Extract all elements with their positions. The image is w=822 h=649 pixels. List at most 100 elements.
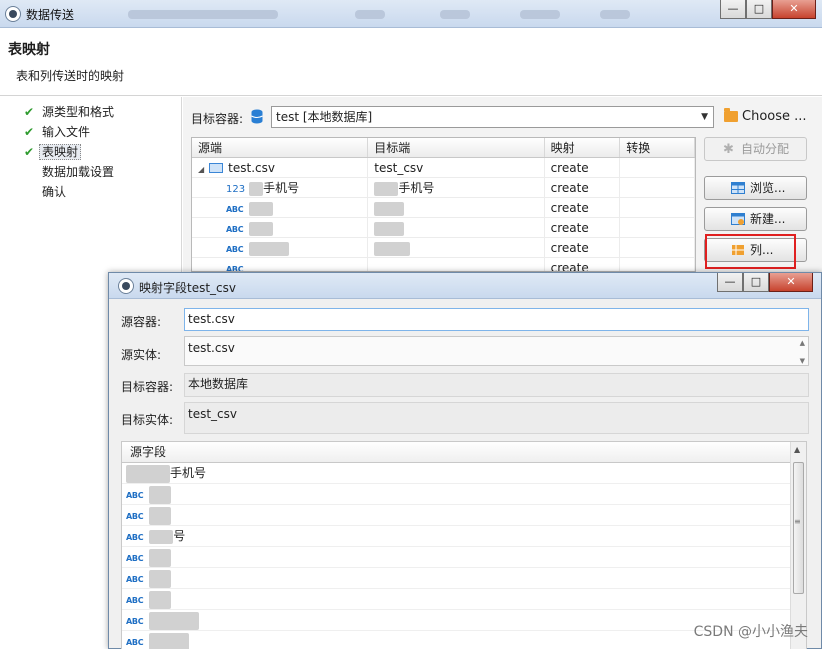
transform-cell: [620, 218, 695, 237]
list-item[interactable]: ABC: [122, 505, 806, 526]
list-item[interactable]: ABC: [122, 547, 806, 568]
table-row[interactable]: ABC create: [192, 218, 695, 238]
list-item[interactable]: ABC: [122, 568, 806, 589]
column-header-mapping[interactable]: 映射: [545, 138, 621, 157]
window-titlebar: 数据传送 — □ ✕: [0, 0, 822, 28]
step-label: 数据加载设置: [42, 165, 115, 179]
close-icon[interactable]: ✕: [769, 273, 813, 292]
table-row[interactable]: ABC create: [192, 198, 695, 218]
page-header: 表映射 表和列传送时的映射: [0, 29, 822, 96]
list-item[interactable]: ABC 号: [122, 526, 806, 547]
column-header-target[interactable]: 目标端: [368, 138, 545, 157]
auto-assign-button[interactable]: ✱ 自动分配: [704, 137, 807, 161]
new-label: 新建...: [750, 212, 786, 226]
target-cell: [368, 218, 545, 237]
step-input-file[interactable]: ✔ 输入文件: [0, 122, 181, 142]
maximize-icon[interactable]: □: [743, 273, 769, 292]
text-type-icon: ABC: [226, 245, 244, 254]
blurred-text: [149, 506, 172, 525]
source-name: test.csv: [228, 161, 275, 175]
target-container-value: test [本地数据库]: [276, 110, 373, 124]
blurred-text: [374, 241, 411, 256]
mapping-cell: create: [545, 238, 621, 257]
source-cell: 123 手机号: [192, 178, 369, 197]
target-cell: [368, 258, 545, 271]
watermark: CSDN @小小渔夫: [693, 624, 808, 640]
source-cell: ◢ test.csv: [192, 158, 369, 177]
blurred-text: [149, 590, 172, 609]
minimize-icon[interactable]: —: [717, 273, 743, 292]
column-header-source[interactable]: 源端: [192, 138, 369, 157]
transform-cell: [620, 158, 695, 177]
list-item[interactable]: ABC: [122, 589, 806, 610]
step-table-mapping[interactable]: ✔ 表映射: [0, 142, 181, 162]
page-title: 表映射: [8, 42, 50, 58]
page-subtitle: 表和列传送时的映射: [16, 69, 125, 83]
scrollbar[interactable]: ▲ ≡: [790, 442, 806, 649]
target-entity-field: test_csv: [184, 402, 809, 434]
mapping-cell: create: [545, 218, 621, 237]
source-container-field[interactable]: test.csv: [184, 308, 809, 331]
scroll-up-icon[interactable]: ▲: [794, 445, 800, 454]
list-item[interactable]: ABC: [122, 484, 806, 505]
source-container-label: 源容器:: [121, 315, 162, 329]
blurred-text: [149, 611, 200, 630]
column-header-transform[interactable]: 转换: [620, 138, 695, 157]
step-confirm[interactable]: 确认: [0, 182, 181, 202]
step-source-type[interactable]: ✔ 源类型和格式: [0, 102, 181, 122]
blurred-text: [149, 569, 172, 588]
table-row[interactable]: 123 手机号 手机号 create: [192, 178, 695, 198]
window-title: 数据传送: [26, 8, 75, 22]
chevron-down-icon: ▼: [701, 112, 708, 122]
number-type-icon: 123: [226, 184, 246, 195]
app-logo-icon: [5, 6, 21, 22]
text-type-icon: ABC: [126, 596, 144, 605]
target-entity-label: 目标实体:: [121, 413, 174, 427]
table-row[interactable]: ◢ test.csv test_csv create: [192, 158, 695, 178]
source-entity-field[interactable]: test.csv ▲ ▼: [184, 336, 809, 366]
browse-button[interactable]: 浏览...: [704, 176, 807, 200]
collapse-triangle-icon[interactable]: ◢: [198, 165, 204, 174]
text-type-icon: ABC: [126, 491, 144, 500]
text-type-icon: ABC: [226, 205, 244, 214]
table-row[interactable]: ABC create: [192, 258, 695, 272]
table-row[interactable]: ABC create: [192, 238, 695, 258]
target-container-label: 目标容器:: [191, 112, 244, 126]
list-item[interactable]: 手机号: [122, 463, 806, 484]
minimize-icon[interactable]: —: [720, 0, 746, 19]
close-icon[interactable]: ✕: [772, 0, 816, 19]
text-type-icon: ABC: [126, 554, 144, 563]
spinner-arrows-icon[interactable]: ▲ ▼: [800, 339, 805, 366]
blurred-text: [149, 632, 190, 649]
choose-button[interactable]: Choose ...: [721, 106, 822, 128]
mapping-cell: create: [545, 258, 621, 271]
map-fields-dialog: 映射字段test_csv — □ ✕ 源容器: test.csv 源实体: te…: [108, 272, 822, 649]
blurred-text: [249, 201, 274, 216]
transform-cell: [620, 258, 695, 271]
highlight-box: [705, 234, 796, 269]
window-controls: — □ ✕: [720, 0, 816, 20]
source-container-value: test.csv: [188, 312, 235, 326]
source-fields-header[interactable]: 源字段: [122, 442, 806, 463]
maximize-icon[interactable]: □: [746, 0, 772, 19]
target-container-value: 本地数据库: [188, 377, 249, 391]
field-name: 号: [173, 529, 186, 543]
step-label: 表映射: [39, 144, 82, 160]
dialog-title: 映射字段test_csv: [139, 281, 236, 295]
blurred-region: [355, 10, 385, 19]
mapping-table: 源端 目标端 映射 转换 ◢ test.csv test_csv create 1…: [191, 137, 696, 272]
blurred-text: [149, 548, 172, 567]
new-button[interactable]: 新建...: [704, 207, 807, 231]
step-label: 输入文件: [42, 125, 91, 139]
target-container-select[interactable]: test [本地数据库] ▼: [271, 106, 714, 128]
source-entity-label: 源实体:: [121, 348, 162, 362]
app-logo-icon: [118, 278, 134, 294]
step-load-settings[interactable]: 数据加载设置: [0, 162, 181, 182]
database-icon: [251, 109, 263, 124]
grip-icon: ≡: [794, 517, 801, 526]
scroll-thumb[interactable]: [793, 462, 804, 594]
text-type-icon: ABC: [126, 575, 144, 584]
target-cell: 手机号: [368, 178, 545, 197]
new-table-icon: [731, 213, 745, 225]
text-type-icon: ABC: [226, 265, 244, 272]
